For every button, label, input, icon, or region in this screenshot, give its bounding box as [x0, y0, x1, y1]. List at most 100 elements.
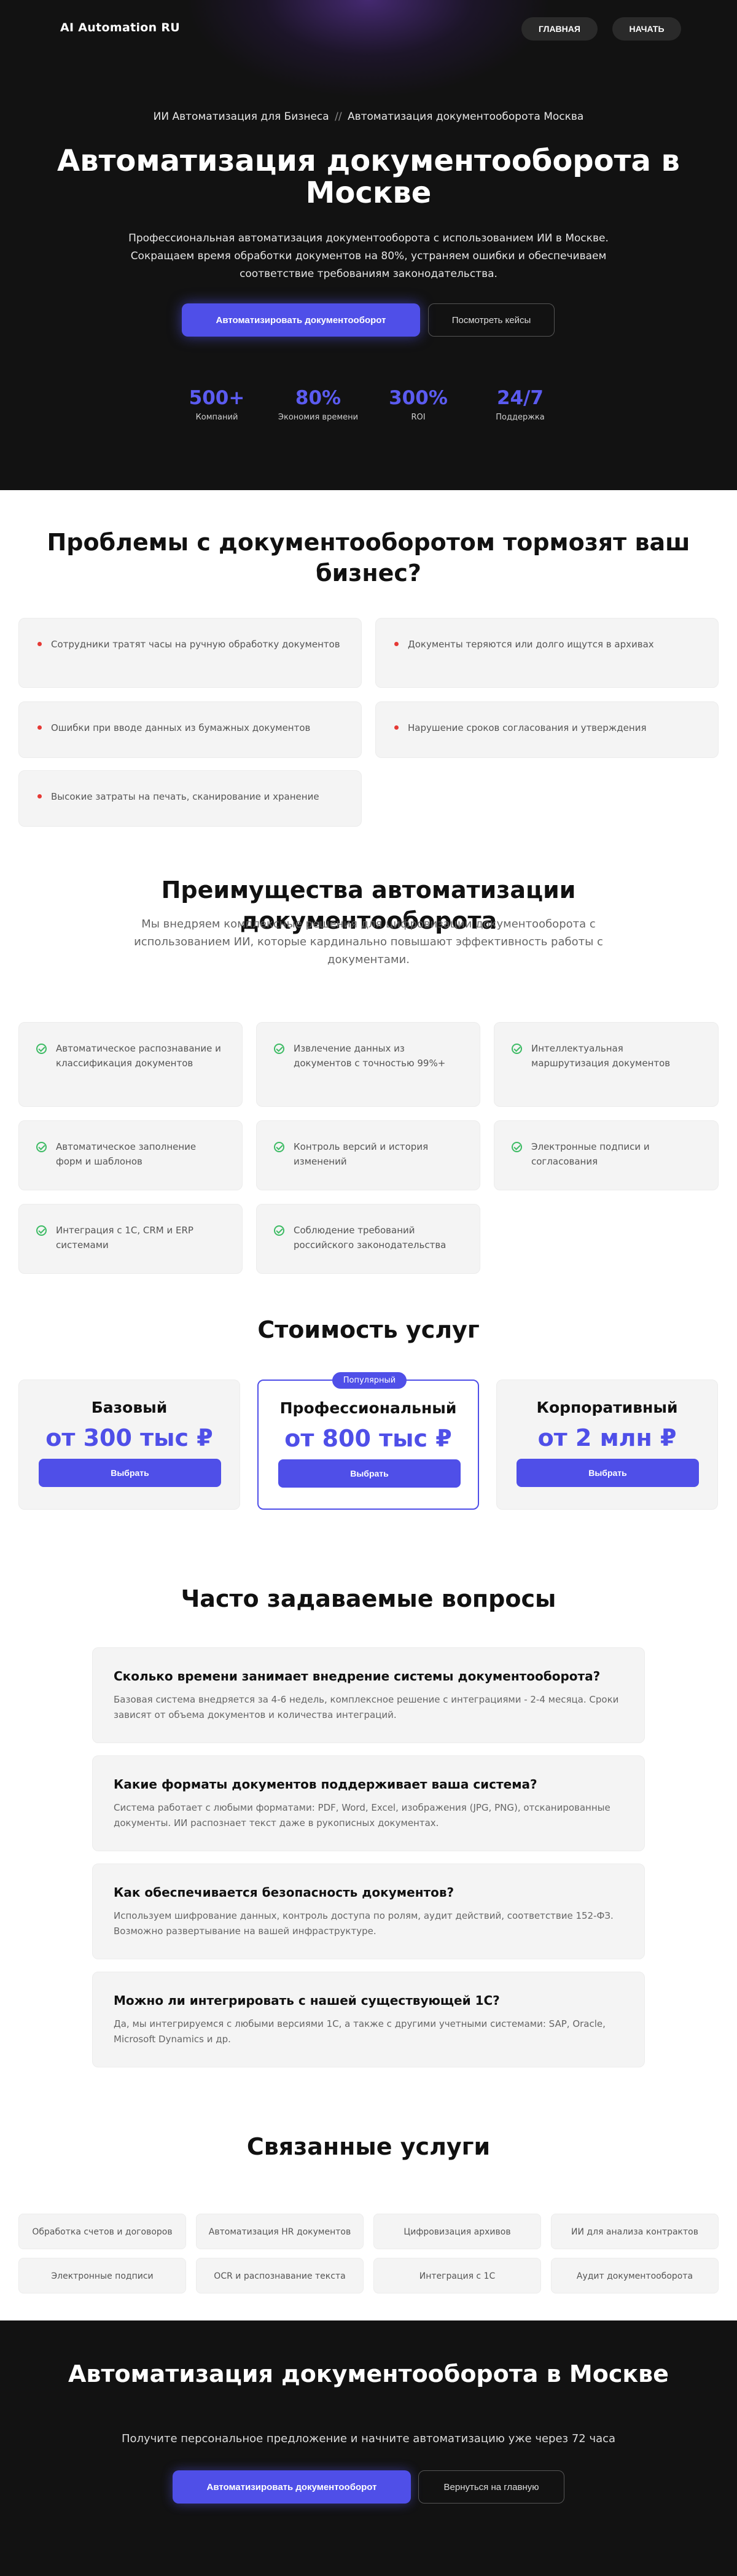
stat-time-saving: 80% Экономия времени [269, 387, 367, 422]
breadcrumb-current: Автоматизация документооборота Москва [347, 111, 584, 123]
pricing-section: Стоимость услуг Базовый от 300 тыс ₽ Выб… [0, 1274, 737, 1542]
benefit-text: Автоматическое заполнение форм и шаблоно… [56, 1141, 197, 1167]
check-circle-icon [512, 1044, 522, 1054]
problem-text: Документы теряются или долго ищутся в ар… [408, 639, 654, 650]
nav-start-button[interactable]: НАЧАТЬ [612, 17, 681, 41]
faq-question: Как обеспечивается безопасность документ… [114, 1885, 454, 1900]
breadcrumb-separator: // [335, 111, 342, 123]
pricing-title: Стоимость услуг [257, 1316, 480, 1343]
breadcrumb: ИИ Автоматизация для Бизнеса // Автомати… [0, 111, 737, 123]
stat-value: 24/7 [496, 387, 544, 409]
benefit-text: Интеграция с 1С, CRM и ERP системами [56, 1225, 193, 1251]
bullet-dot-icon [37, 794, 42, 798]
bullet-dot-icon [37, 642, 42, 646]
benefit-card: Автоматическое распознавание и классифик… [18, 1022, 243, 1107]
faq-item[interactable]: Сколько времени занимает внедрение систе… [92, 1647, 645, 1743]
check-circle-icon [274, 1142, 284, 1152]
popular-badge: Популярный [332, 1372, 407, 1389]
problems-title: Проблемы с документооборотом тормозят ва… [47, 529, 690, 587]
benefit-card: Контроль версий и история изменений [256, 1120, 480, 1190]
related-link[interactable]: ИИ для анализа контрактов [551, 2214, 719, 2249]
hero-subtitle: Профессиональная автоматизация документо… [128, 232, 609, 280]
check-circle-icon [274, 1225, 284, 1236]
plan-price: от 300 тыс ₽ [45, 1424, 213, 1451]
stat-roi: 300% ROI [369, 387, 467, 422]
related-services-section: Связанные услуги Обработка счетов и дого… [0, 2115, 737, 2320]
stat-value: 500+ [189, 387, 245, 409]
benefit-text: Контроль версий и история изменений [294, 1141, 429, 1167]
problem-card: Документы теряются или долго ищутся в ар… [375, 618, 719, 688]
problem-card: Сотрудники тратят часы на ручную обработ… [18, 618, 362, 688]
check-circle-icon [36, 1044, 47, 1054]
faq-question: Какие форматы документов поддерживает ва… [114, 1777, 537, 1792]
plan-name: Корпоративный [536, 1399, 678, 1416]
related-link[interactable]: Обработка счетов и договоров [18, 2214, 186, 2249]
benefits-subtitle: Мы внедряем комплексные решения для цифр… [134, 918, 603, 966]
related-title: Связанные услуги [246, 2133, 491, 2160]
related-link[interactable]: Интеграция с 1С [373, 2258, 541, 2293]
footer-cta-section: Автоматизация документооборота в Москве … [0, 2320, 737, 2576]
stat-companies: 500+ Компаний [168, 387, 266, 422]
choose-professional-button[interactable]: Выбрать [278, 1459, 461, 1488]
footer-title: Автоматизация документооборота в Москве [68, 2360, 669, 2387]
benefit-text: Извлечение данных из документов с точнос… [294, 1043, 446, 1069]
page-title: Автоматизация документооборота в Москве [57, 144, 680, 210]
faq-answer: Система работает с любыми форматами: PDF… [114, 1802, 610, 1829]
related-link[interactable]: Электронные подписи [18, 2258, 186, 2293]
benefit-card: Интеграция с 1С, CRM и ERP системами [18, 1204, 243, 1274]
stat-label: Экономия времени [278, 413, 359, 422]
stat-label: ROI [411, 413, 426, 422]
benefit-text: Соблюдение требований российского законо… [294, 1225, 446, 1251]
related-link[interactable]: OCR и распознавание текста [196, 2258, 364, 2293]
stat-support: 24/7 Поддержка [471, 387, 569, 422]
hero-section: AI Automation RU ГЛАВНАЯ НАЧАТЬ ИИ Автом… [0, 0, 737, 490]
faq-item[interactable]: Можно ли интегрировать с нашей существую… [92, 1972, 645, 2067]
choose-basic-button[interactable]: Выбрать [39, 1459, 221, 1487]
breadcrumb-parent-link[interactable]: ИИ Автоматизация для Бизнеса [154, 111, 329, 123]
benefit-card: Интеллектуальная маршрутизация документо… [494, 1022, 719, 1107]
problem-card: Ошибки при вводе данных из бумажных доку… [18, 701, 362, 758]
benefit-text: Электронные подписи и согласования [531, 1141, 650, 1167]
problem-text: Нарушение сроков согласования и утвержде… [408, 722, 647, 733]
choose-corporate-button[interactable]: Выбрать [517, 1459, 699, 1487]
check-circle-icon [512, 1142, 522, 1152]
benefit-card: Автоматическое заполнение форм и шаблоно… [18, 1120, 243, 1190]
plan-name: Профессиональный [279, 1399, 457, 1417]
benefit-card: Извлечение данных из документов с точнос… [256, 1022, 480, 1107]
faq-item[interactable]: Как обеспечивается безопасность документ… [92, 1864, 645, 1959]
related-link[interactable]: Цифровизация архивов [373, 2214, 541, 2249]
faq-item[interactable]: Какие форматы документов поддерживает ва… [92, 1755, 645, 1851]
plan-price: от 800 тыс ₽ [284, 1425, 452, 1452]
top-nav: AI Automation RU ГЛАВНАЯ НАЧАТЬ [0, 0, 737, 59]
faq-answer: Используем шифрование данных, контроль д… [114, 1910, 614, 1937]
check-circle-icon [274, 1044, 284, 1054]
bullet-dot-icon [394, 725, 399, 730]
footer-subtitle: Получите персональное предложение и начн… [121, 2432, 616, 2445]
automate-button[interactable]: Автоматизировать документооборот [182, 303, 420, 337]
faq-title: Часто задаваемые вопросы [181, 1585, 556, 1612]
related-link[interactable]: Автоматизация HR документов [196, 2214, 364, 2249]
bullet-dot-icon [37, 725, 42, 730]
plan-name: Базовый [91, 1399, 168, 1416]
faq-answer: Базовая система внедряется за 4-6 недель… [114, 1694, 619, 1720]
benefits-section: Преимущества автоматизации документообор… [0, 859, 737, 1274]
view-cases-button[interactable]: Посмотреть кейсы [428, 303, 555, 337]
problem-text: Ошибки при вводе данных из бумажных доку… [51, 722, 311, 733]
footer-automate-button[interactable]: Автоматизировать документооборот [173, 2470, 411, 2504]
problem-text: Высокие затраты на печать, сканирование … [51, 791, 319, 802]
stat-value: 300% [389, 387, 448, 409]
bullet-dot-icon [394, 642, 399, 646]
plan-price: от 2 млн ₽ [537, 1424, 677, 1451]
nav-home-button[interactable]: ГЛАВНАЯ [521, 17, 598, 41]
logo[interactable]: AI Automation RU [60, 21, 180, 34]
plan-card-corporate: Корпоративный от 2 млн ₽ Выбрать [496, 1380, 718, 1510]
stat-value: 80% [295, 387, 341, 409]
related-link[interactable]: Аудит документооборота [551, 2258, 719, 2293]
stat-label: Компаний [195, 413, 238, 422]
check-circle-icon [36, 1225, 47, 1236]
faq-answer: Да, мы интегрируемся с любыми версиями 1… [114, 2018, 606, 2045]
back-home-button[interactable]: Вернуться на главную [418, 2470, 564, 2504]
stat-label: Поддержка [496, 413, 545, 422]
plan-card-basic: Базовый от 300 тыс ₽ Выбрать [18, 1380, 240, 1510]
benefit-text: Автоматическое распознавание и классифик… [56, 1043, 221, 1069]
